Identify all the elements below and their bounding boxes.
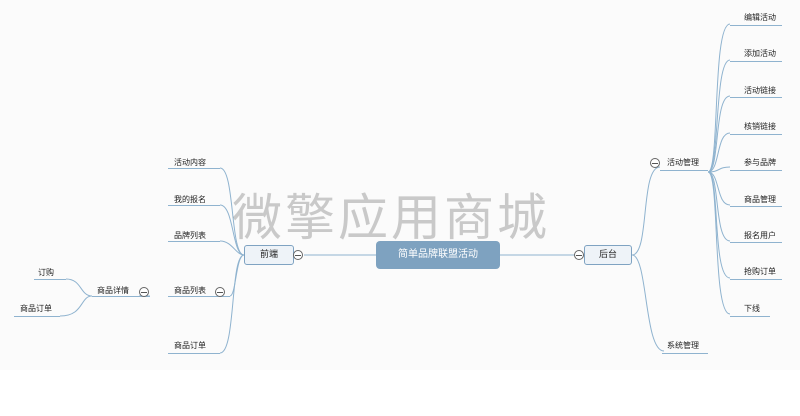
link-am-7 [707, 171, 731, 242]
collapse-activity-mgmt-icon[interactable] [650, 158, 660, 168]
underline [660, 170, 708, 171]
leaf-activity-content[interactable]: 活动内容 [174, 158, 206, 168]
leaf-product-list[interactable]: 商品列表 [174, 286, 206, 296]
leaf-flash-sale-orders[interactable]: 抢购订单 [744, 267, 776, 277]
leaf-brand-list[interactable]: 品牌列表 [174, 231, 206, 241]
underline [730, 206, 782, 207]
link-am-2 [707, 59, 731, 173]
link-detail-2 [59, 295, 93, 317]
leaf-participating-brands[interactable]: 参与品牌 [744, 158, 776, 168]
link-detail-1 [65, 278, 93, 297]
link-right-2 [631, 254, 665, 352]
underline [730, 170, 782, 171]
underline [730, 97, 782, 98]
collapse-product-detail-icon[interactable] [139, 287, 149, 297]
underline [14, 316, 60, 317]
leaf-offline[interactable]: 下线 [744, 304, 760, 314]
underline [730, 61, 782, 62]
root-node[interactable]: 简单品牌联盟活动 [376, 241, 500, 269]
connector-lines [59, 23, 731, 354]
leaf-my-registration[interactable]: 我的报名 [174, 195, 206, 205]
underline [168, 353, 220, 354]
leaf-activity-management[interactable]: 活动管理 [667, 158, 699, 168]
leaf-edit-activity[interactable]: 编辑活动 [744, 13, 776, 23]
link-right-1 [631, 166, 661, 256]
underline [730, 242, 782, 243]
leaf-registered-users[interactable]: 报名用户 [744, 231, 776, 241]
leaf-system-management[interactable]: 系统管理 [667, 341, 699, 351]
leaf-product-order[interactable]: 商品订单 [174, 341, 206, 351]
leaf-add-activity[interactable]: 添加活动 [744, 49, 776, 59]
underline [730, 316, 770, 317]
underline [730, 25, 782, 26]
underline [34, 279, 66, 280]
mindmap-canvas: 简单品牌联盟活动 前端 活动内容 我的报名 品牌列表 商品列表 商品订单 商品详… [0, 0, 800, 416]
leaf-product-management[interactable]: 商品管理 [744, 195, 776, 205]
link-left-5 [219, 254, 245, 354]
leaf-product-detail[interactable]: 商品详情 [97, 286, 129, 296]
branch-backend[interactable]: 后台 [584, 245, 632, 265]
underline [662, 353, 708, 354]
collapse-backend-icon[interactable] [574, 250, 584, 260]
underline [730, 134, 782, 135]
collapse-frontend-icon[interactable] [293, 250, 303, 260]
leaf-verify-link[interactable]: 核销链接 [744, 122, 776, 132]
underline [168, 205, 220, 206]
mindmap-area: 简单品牌联盟活动 前端 活动内容 我的报名 品牌列表 商品列表 商品订单 商品详… [0, 0, 800, 370]
underline [168, 168, 220, 169]
link-left-4 [229, 254, 245, 297]
leaf-detail-product-order[interactable]: 商品订单 [20, 304, 52, 314]
underline [168, 241, 220, 242]
underline [730, 279, 782, 280]
leaf-order[interactable]: 订购 [38, 268, 54, 278]
leaf-activity-link[interactable]: 活动链接 [744, 86, 776, 96]
branch-frontend[interactable]: 前端 [244, 245, 294, 265]
link-am-8 [707, 171, 731, 279]
link-am-9 [707, 171, 731, 315]
collapse-product-list-icon[interactable] [215, 287, 225, 297]
